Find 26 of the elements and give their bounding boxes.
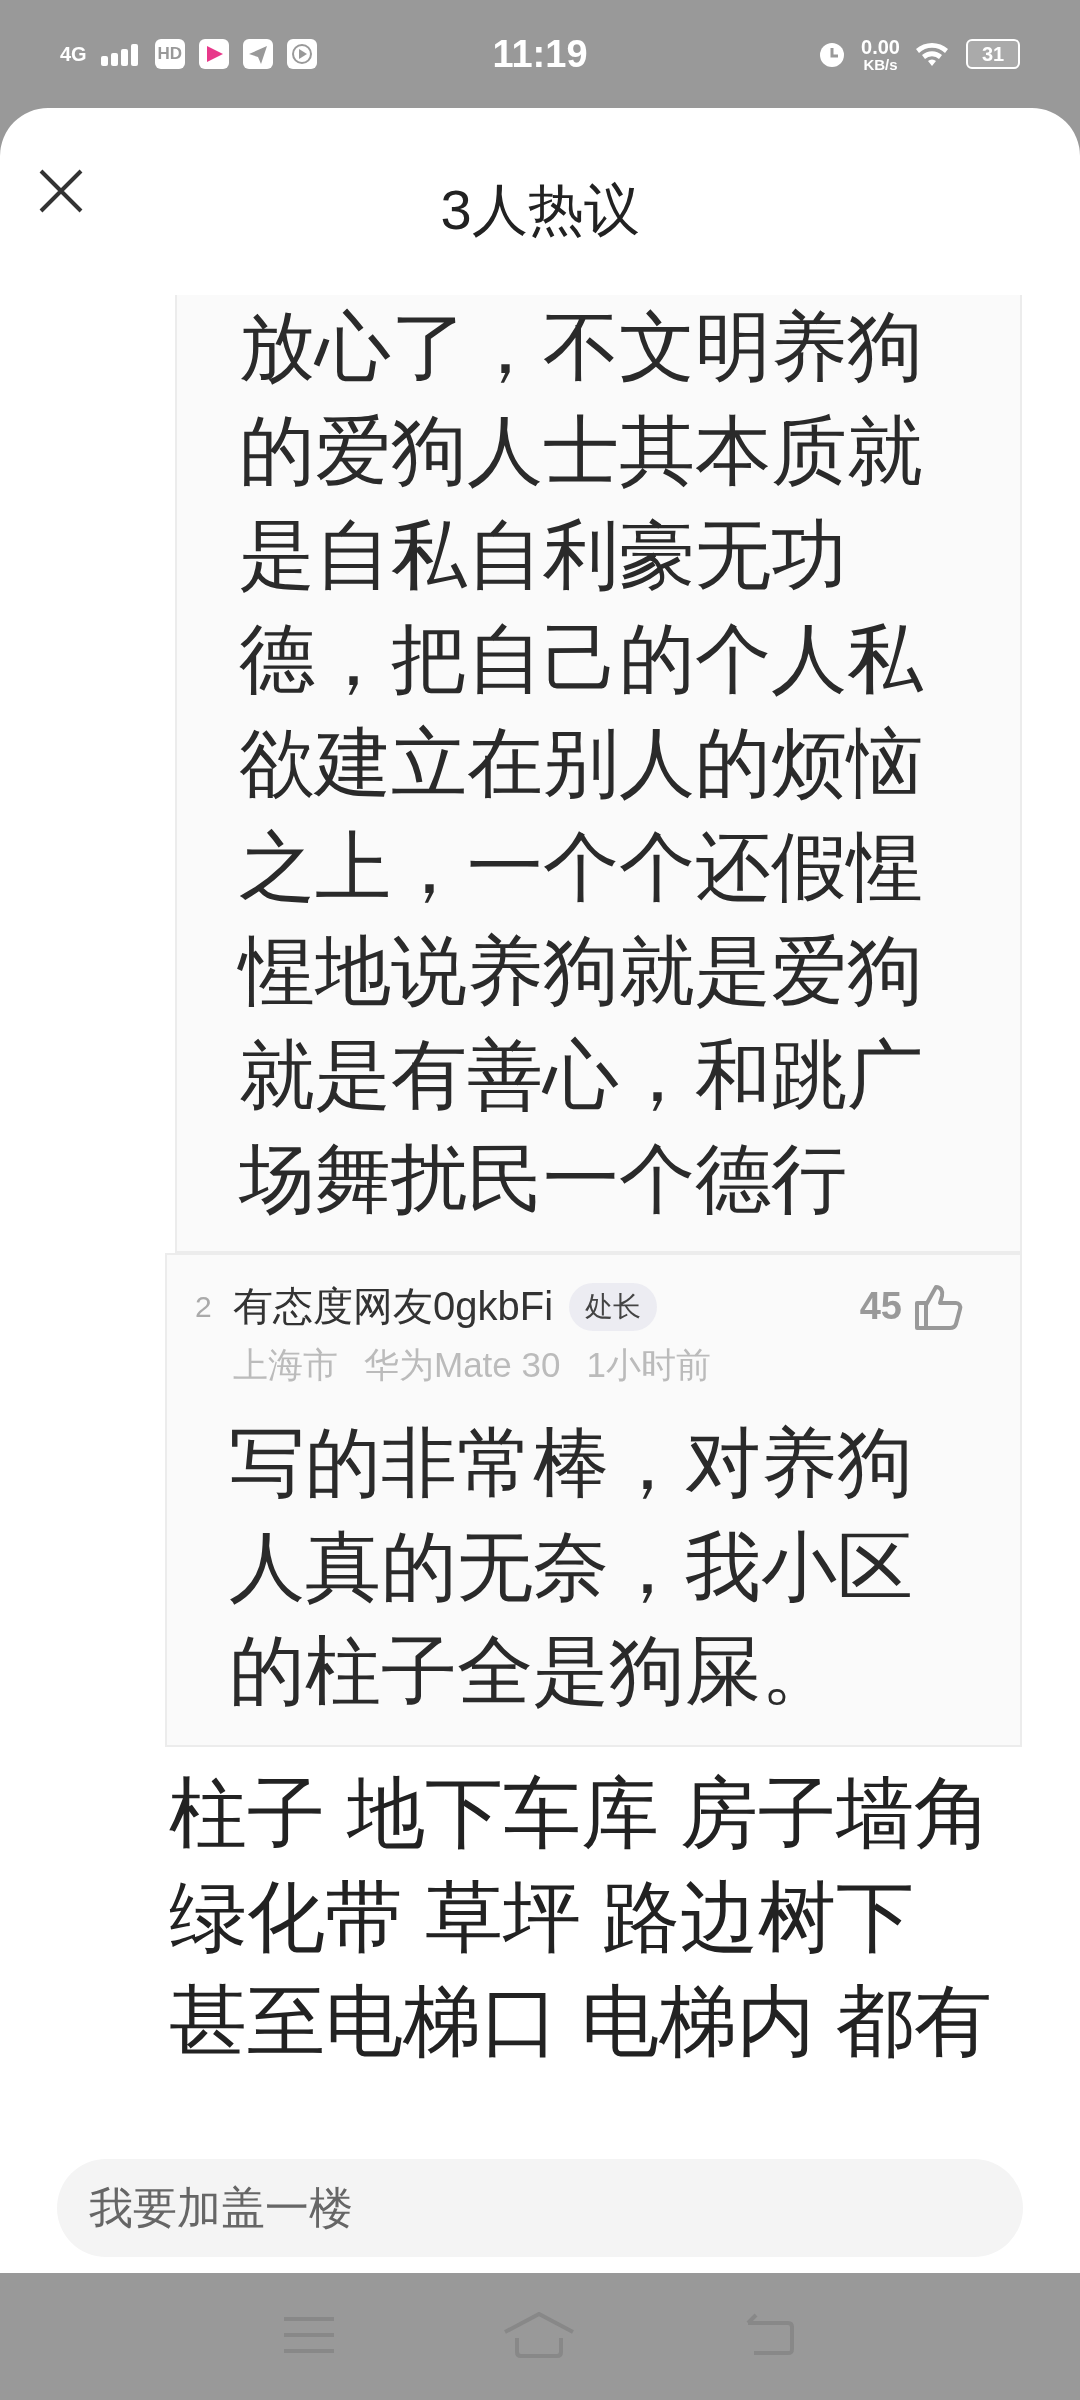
- hd-icon: HD: [154, 39, 185, 69]
- signal-icon: [100, 42, 141, 66]
- comment-line: 绿化带 草坪 路边树下: [169, 1872, 916, 1963]
- paper-plane-icon: [242, 39, 273, 69]
- location-text: 上海市: [233, 1344, 338, 1386]
- clock-time: 11:19: [492, 32, 588, 76]
- speed-unit: KB/s: [863, 56, 898, 72]
- comment-text: 放心了，不文明养狗的爱狗人士其本质就是自私自利豪无功德，把自己的个人私欲建立在别人的烦恼之上，一个个还假惺惺地说养狗就是爱狗就是有善心，和跳广场舞扰民一个德行: [239, 303, 924, 1223]
- battery-level: 31: [966, 39, 1020, 69]
- close-button[interactable]: [38, 168, 84, 214]
- thumbs-up-icon[interactable]: [914, 1282, 964, 1331]
- author-name[interactable]: 有态度网友0gkbFi: [233, 1279, 554, 1334]
- reply-field[interactable]: 我要加盖一楼: [57, 2159, 1023, 2257]
- speed-value: 0.00: [861, 36, 900, 57]
- comment-line: 甚至电梯口 电梯内 都有: [169, 1976, 994, 2067]
- rank-badge: 处长: [569, 1282, 658, 1331]
- play-icon: [286, 39, 317, 69]
- network-text: 4G: [60, 44, 87, 64]
- video-app-icon: [198, 39, 229, 69]
- time-text: 1小时前: [586, 1344, 711, 1386]
- device-text: 华为Mate 30: [364, 1344, 561, 1386]
- floor-number: 2: [195, 1289, 213, 1324]
- sheet-title: 3人热议: [440, 176, 640, 243]
- comment-text: 写的非常棒，对养狗人真的无奈，我小区的柱子全是狗屎。: [229, 1419, 914, 1715]
- like-count: 45: [859, 1285, 902, 1328]
- comment-line: 柱子 地下车库 房子墙角: [169, 1768, 994, 1859]
